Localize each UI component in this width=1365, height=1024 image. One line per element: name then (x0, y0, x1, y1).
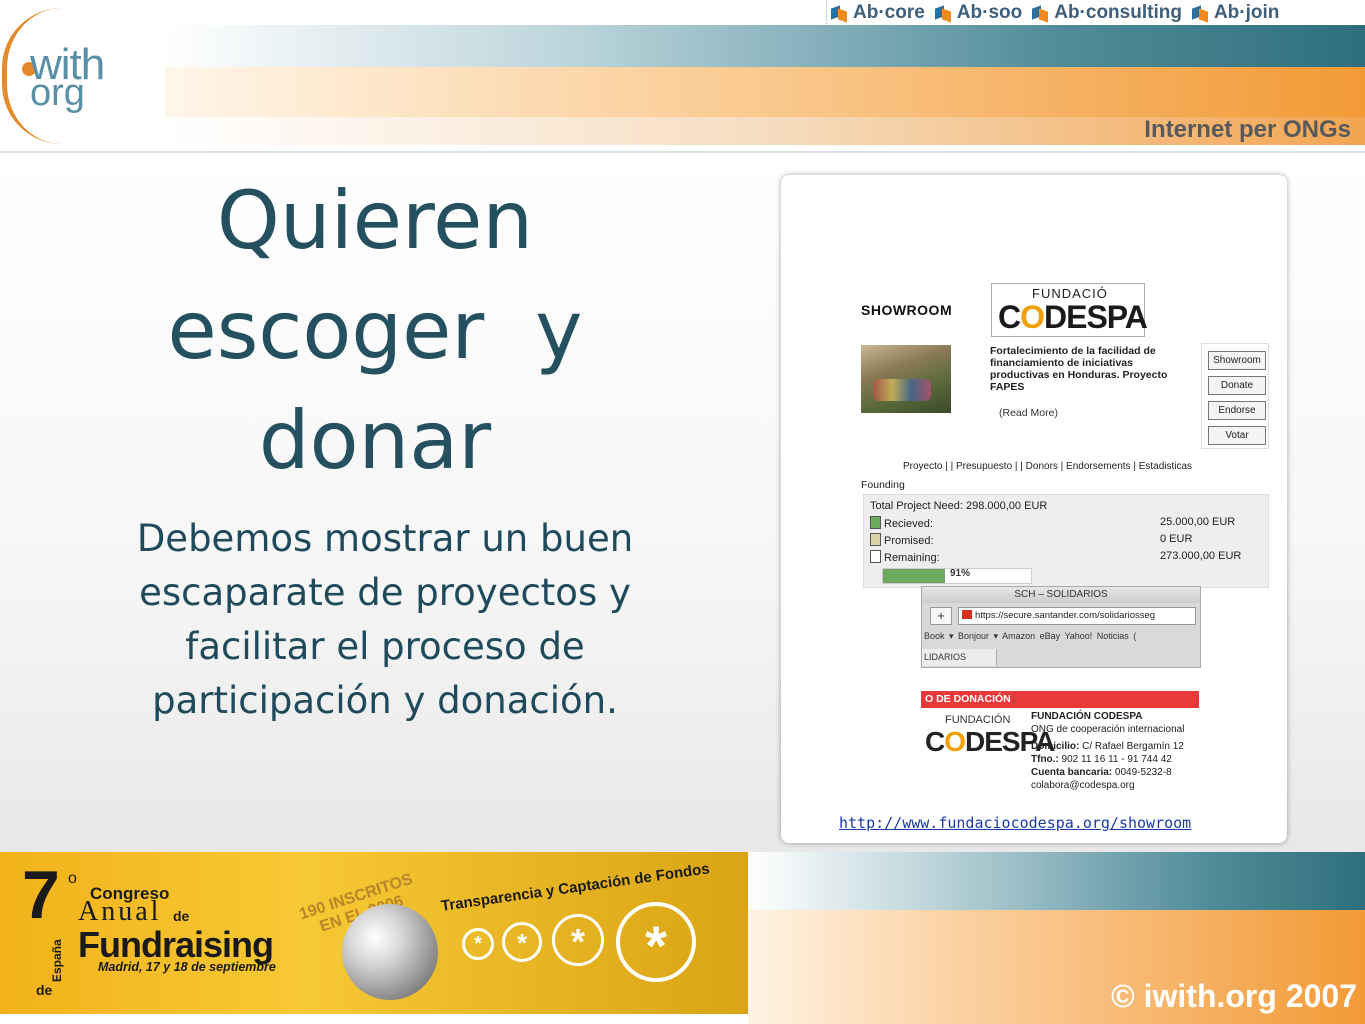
funding-row-remaining: Remaining: (870, 550, 940, 564)
received-swatch (870, 516, 881, 529)
footer-band-teal (748, 852, 1365, 910)
ab-icon (1032, 5, 1048, 21)
ab-icon (935, 5, 951, 21)
donate-button[interactable]: Donate (1208, 376, 1266, 395)
showroom-screenshot-card: SHOWROOM FUNDACIÓ CODESPA Fortalecimient… (781, 175, 1287, 843)
new-tab-button[interactable]: + (930, 607, 952, 625)
title-line: escoger y (167, 284, 583, 377)
browser-title: SCH – SOLIDARIOS (922, 587, 1200, 603)
funding-row-received: Recieved: (870, 516, 933, 530)
address-bar[interactable]: https://secure.santander.com/solidarioss… (958, 607, 1196, 625)
title-line: Quieren (216, 174, 534, 267)
browser-window: SCH – SOLIDARIOS + https://secure.santan… (921, 586, 1201, 668)
slide-body-text: Debemos mostrar un buen escaparate de pr… (136, 517, 634, 722)
banner-de-bottom: de (36, 982, 53, 998)
received-value: 25.000,00 EUR (1160, 516, 1236, 528)
title-line: donar (258, 394, 492, 487)
funding-progress-text: 91% (950, 568, 971, 579)
total-need: Total Project Need: 298.000,00 EUR (870, 500, 1048, 512)
project-photo (861, 345, 951, 413)
codespa-donation-logo: FUNDACIÓN CODESPA (925, 714, 1055, 757)
funding-progress-fill (883, 569, 946, 583)
remaining-swatch (870, 550, 881, 563)
ab-icon (1192, 5, 1208, 21)
nav-label: Ab·soo (956, 1, 1023, 23)
donation-panel: FUNDACIÓN CODESPA FUNDACIÓN CODESPA ONG … (921, 708, 1199, 796)
donation-info: FUNDACIÓN CODESPA ONG de cooperación int… (1031, 711, 1185, 791)
project-tabs[interactable]: Proyecto | | Presupuesto | | Donors | En… (903, 461, 1192, 472)
showroom-url-link[interactable]: http://www.fundaciocodespa.org/showroom (839, 814, 1191, 832)
nav-ab-join[interactable]: Ab·join (1192, 2, 1279, 24)
showroom-button[interactable]: Showroom (1208, 351, 1266, 370)
header-band-orange (165, 67, 1365, 117)
founding-label: Founding (861, 479, 905, 491)
top-nav: Ab·core Ab·soo Ab·consulting Ab·join (826, 0, 1365, 25)
nav-label: Ab·consulting (1054, 1, 1182, 23)
logo-codespa: CODESPA (998, 299, 1148, 335)
promised-value: 0 EUR (1160, 533, 1193, 545)
donation-heading: O DE DONACIÓN (921, 691, 1199, 708)
funding-table: Total Project Need: 298.000,00 EUR Recie… (863, 494, 1269, 588)
nav-label: Ab·core (853, 1, 925, 23)
bookmarks-bar[interactable]: Book ▾ Bonjour ▾ Amazon eBay Yahoo! Noti… (924, 631, 1136, 642)
project-description: Fortalecimiento de la facilidad de finan… (990, 345, 1168, 393)
codespa-logo: FUNDACIÓ CODESPA (991, 283, 1148, 337)
tagline: Internet per ONGs (1144, 116, 1351, 143)
banner-dates: Madrid, 17 y 18 de septiembre (98, 960, 276, 974)
nav-label: Ab·join (1213, 1, 1280, 23)
logo-text-bottom: org (30, 72, 85, 114)
site-icon (962, 610, 972, 619)
asterisk-icon: * (552, 914, 604, 966)
remaining-value: 273.000,00 EUR (1160, 550, 1242, 562)
endorse-button[interactable]: Endorse (1208, 401, 1266, 420)
nav-ab-core[interactable]: Ab·core (831, 2, 925, 24)
fundraising-congress-banner[interactable]: 7 o Congreso Anual de Fundraising Madrid… (0, 852, 748, 1014)
votar-button[interactable]: Votar (1208, 426, 1266, 445)
asterisk-icon: * (616, 902, 696, 982)
read-more-link[interactable]: (Read More) (999, 407, 1058, 419)
funding-row-promised: Promised: (870, 533, 934, 547)
copyright: © iwith.org 2007 (1111, 978, 1357, 1014)
promised-swatch (870, 533, 881, 546)
globe-icon (342, 904, 438, 1000)
header-band-teal (165, 25, 1365, 67)
browser-tab[interactable]: LIDARIOS (922, 649, 997, 666)
slide-title: Quieren escoger y donar (70, 166, 680, 496)
footer: © iwith.org 2007 7 o Congreso Anual de F… (0, 852, 1365, 1024)
nav-ab-soo[interactable]: Ab·soo (935, 2, 1022, 24)
asterisk-icon: * (502, 922, 542, 962)
ab-icon (831, 5, 847, 21)
banner-number: 7 (22, 857, 60, 933)
nav-ab-consulting[interactable]: Ab·consulting (1032, 2, 1182, 24)
showroom-heading: SHOWROOM (861, 302, 953, 318)
banner-ordinal: o (68, 870, 77, 887)
iwith-logo[interactable]: with org (0, 0, 165, 150)
banner-espana: España (50, 939, 64, 982)
banner-de: de (173, 908, 190, 924)
asterisk-icon: * (462, 928, 494, 960)
